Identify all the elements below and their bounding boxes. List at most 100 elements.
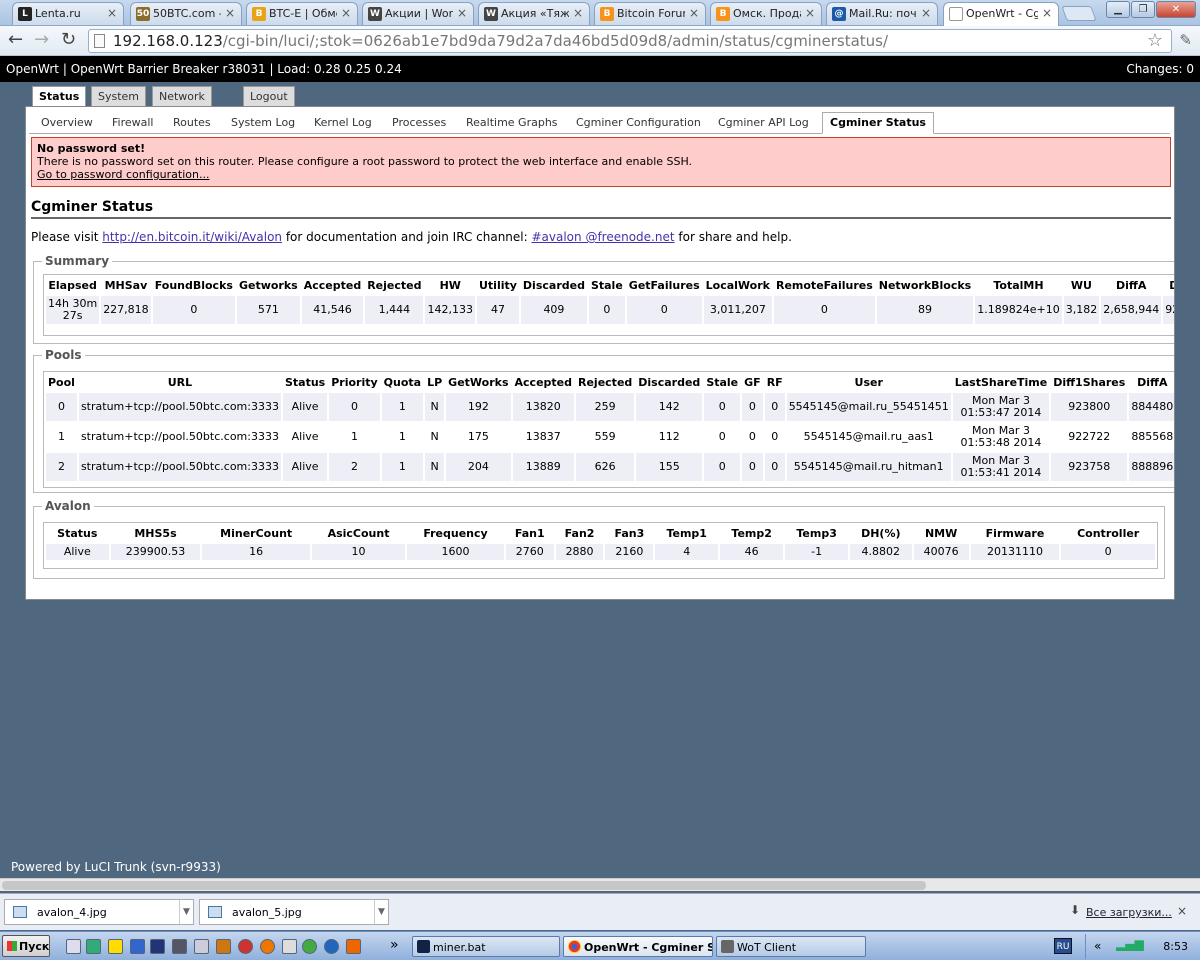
browser-tab-title: Lenta.ru: [35, 7, 81, 20]
quicklaunch-icon[interactable]: [216, 939, 231, 954]
close-tab-icon[interactable]: ×: [689, 6, 699, 20]
column-header: Pool: [48, 376, 75, 389]
bookmark-star-icon[interactable]: ☆: [1147, 30, 1163, 51]
clock[interactable]: 8:53: [1163, 940, 1188, 953]
reload-icon[interactable]: ↻: [61, 29, 76, 51]
chevron-down-icon[interactable]: ▼: [374, 900, 388, 924]
taskbar-window-openwrt[interactable]: OpenWrt - Cgminer St...: [563, 936, 713, 957]
menu-system[interactable]: System: [91, 86, 147, 107]
tab-kernel-log[interactable]: Kernel Log: [314, 114, 372, 134]
close-tab-icon[interactable]: ×: [107, 6, 117, 20]
quicklaunch-icon[interactable]: [172, 939, 187, 954]
tab-system-log[interactable]: System Log: [231, 114, 295, 134]
menu-status[interactable]: Status: [32, 86, 87, 107]
url-path: /cgi-bin/luci/;stok=0626ab1e7bd9da79d2a7…: [222, 32, 889, 50]
quicklaunch-icon[interactable]: [302, 939, 317, 954]
browser-tab-title: Bitcoin Forum: [617, 7, 685, 20]
changes-counter[interactable]: Changes: 0: [1126, 62, 1194, 76]
browser-tab[interactable]: OpenWrt - Cgi ×: [943, 2, 1059, 26]
close-tab-icon[interactable]: ×: [805, 6, 815, 20]
address-text[interactable]: 192.168.0.123/cgi-bin/luci/;stok=0626ab1…: [113, 32, 888, 50]
quicklaunch-icon[interactable]: [194, 939, 209, 954]
taskbar-window-wot[interactable]: WoT Client: [716, 936, 866, 957]
close-tab-icon[interactable]: ×: [1042, 6, 1052, 20]
browser-tab[interactable]: BBTC-E | Обмен ×: [246, 2, 358, 25]
table-cell: 1,444: [365, 296, 424, 324]
all-downloads-link[interactable]: Все загрузки...: [1086, 906, 1172, 919]
more-quicklaunch[interactable]: »: [390, 937, 399, 953]
quicklaunch-icon[interactable]: [150, 939, 165, 954]
column-header: RF: [766, 376, 783, 389]
quicklaunch-icon[interactable]: [130, 939, 145, 954]
column-header: Status: [284, 376, 326, 389]
table-cell: 1600: [407, 544, 504, 560]
tray-expand-icon[interactable]: «: [1094, 939, 1101, 953]
download-item[interactable]: avalon_5.jpg ▼: [199, 899, 389, 925]
horizontal-scrollbar[interactable]: [0, 878, 1200, 891]
close-tab-icon[interactable]: ×: [225, 6, 235, 20]
avalon-wiki-link[interactable]: http://en.bitcoin.it/wiki/Avalon: [102, 230, 282, 244]
close-tab-icon[interactable]: ×: [573, 6, 583, 20]
taskbar-window-miner-bat[interactable]: miner.bat: [412, 936, 560, 957]
forward-icon[interactable]: →: [34, 29, 49, 51]
intro-mid: for documentation and join IRC channel:: [282, 230, 532, 244]
minimize-button[interactable]: ▁: [1106, 1, 1130, 18]
tab-overview[interactable]: Overview: [41, 114, 93, 134]
favicon-icon: 50: [136, 7, 150, 21]
quicklaunch-icon[interactable]: [260, 939, 275, 954]
menu-network[interactable]: Network: [152, 86, 212, 107]
tab-realtime-graphs[interactable]: Realtime Graphs: [466, 114, 558, 134]
table-cell: 259: [576, 393, 635, 421]
table-cell: stratum+tcp://pool.50btc.com:3333: [78, 393, 281, 421]
tab-cgminer-configuration[interactable]: Cgminer Configuration: [576, 114, 701, 134]
close-tab-icon[interactable]: ×: [921, 6, 931, 20]
browser-tab[interactable]: 5050BTC.com - Б ×: [130, 2, 242, 25]
quicklaunch-icon[interactable]: [282, 939, 297, 954]
network-signal-icon[interactable]: ▂▄▆: [1116, 937, 1144, 951]
maximize-button[interactable]: ❐: [1131, 1, 1155, 18]
tab-cgminer-status[interactable]: Cgminer Status: [822, 112, 934, 134]
back-icon[interactable]: ←: [8, 29, 23, 51]
quicklaunch-icon[interactable]: [108, 939, 123, 954]
scrollbar-thumb[interactable]: [2, 881, 926, 890]
tab-routes[interactable]: Routes: [173, 114, 211, 134]
browser-tab[interactable]: L Lenta.ru ×: [12, 2, 124, 25]
table-cell: Alive: [282, 453, 328, 481]
address-bar[interactable]: 192.168.0.123/cgi-bin/luci/;stok=0626ab1…: [88, 29, 1172, 53]
column-header: WU: [1070, 279, 1092, 292]
download-item[interactable]: avalon_4.jpg ▼: [4, 899, 194, 925]
browser-tab[interactable]: BBitcoin Forum ×: [594, 2, 706, 25]
tab-cgminer-api-log[interactable]: Cgminer API Log: [718, 114, 809, 134]
tab-processes[interactable]: Processes: [392, 114, 446, 134]
browser-tab[interactable]: WАкции | World ×: [362, 2, 474, 25]
chevron-down-icon[interactable]: ▼: [179, 900, 193, 924]
close-tab-icon[interactable]: ×: [341, 6, 351, 20]
quicklaunch-icon[interactable]: [238, 939, 253, 954]
wrench-menu-icon[interactable]: ✎: [1179, 31, 1192, 49]
start-button[interactable]: Пуск: [2, 935, 50, 957]
table-cell: 2760: [505, 544, 554, 560]
quicklaunch-icon[interactable]: [66, 939, 81, 954]
table-cell: 0: [704, 393, 741, 421]
quicklaunch-icon[interactable]: [324, 939, 339, 954]
luci-header: OpenWrt | OpenWrt Barrier Breaker r38031…: [0, 56, 1200, 82]
close-window-button[interactable]: ✕: [1156, 1, 1196, 18]
password-config-link[interactable]: Go to password configuration...: [37, 168, 209, 181]
close-tab-icon[interactable]: ×: [457, 6, 467, 20]
language-indicator[interactable]: RU: [1054, 938, 1072, 954]
quicklaunch-icon[interactable]: [346, 939, 361, 954]
browser-tab[interactable]: BОмск. Продам ×: [710, 2, 822, 25]
tab-firewall[interactable]: Firewall: [112, 114, 153, 134]
close-downloads-icon[interactable]: ×: [1177, 904, 1187, 918]
quicklaunch-icon[interactable]: [86, 939, 101, 954]
menu-logout[interactable]: Logout: [243, 86, 295, 107]
column-header: AsicCount: [327, 527, 390, 540]
table-cell: 142,133: [425, 296, 475, 324]
table-cell: 2160: [605, 544, 654, 560]
irc-channel-link[interactable]: #avalon @freenode.net: [531, 230, 674, 244]
browser-tab[interactable]: @Mail.Ru: почта ×: [826, 2, 938, 25]
new-tab-button[interactable]: [1061, 6, 1097, 21]
table-cell: 1: [381, 453, 424, 481]
browser-tab[interactable]: WАкция «Тяжёл ×: [478, 2, 590, 25]
table-cell: 409: [520, 296, 587, 324]
